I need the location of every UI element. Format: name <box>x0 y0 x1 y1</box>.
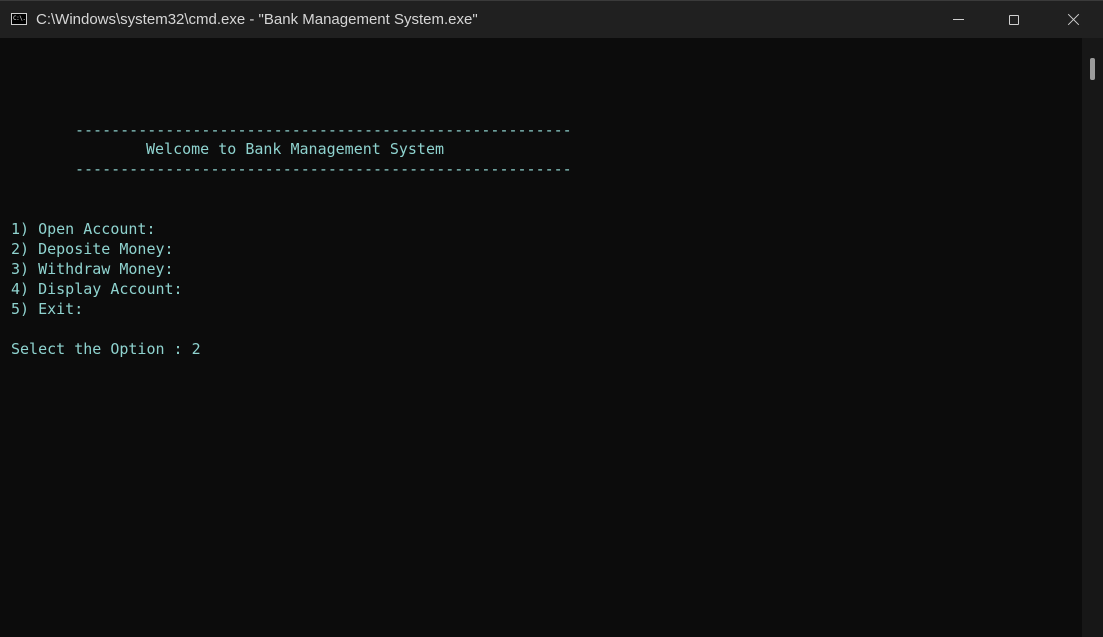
close-icon <box>1067 13 1080 26</box>
minimize-button[interactable] <box>930 1 986 38</box>
option-prompt[interactable]: Select the Option : 2 <box>11 339 201 359</box>
divider-bottom: ----------------------------------------… <box>75 160 572 178</box>
menu-item-deposit-money: 2) Deposite Money: <box>11 240 174 258</box>
menu-item-withdraw-money: 3) Withdraw Money: <box>11 260 174 278</box>
divider-top: ----------------------------------------… <box>75 121 572 139</box>
menu-item-display-account: 4) Display Account: <box>11 280 183 298</box>
maximize-icon <box>1009 14 1019 25</box>
console-window: C:\. C:\Windows\system32\cmd.exe - "Bank… <box>0 0 1103 637</box>
title-bar[interactable]: C:\. C:\Windows\system32\cmd.exe - "Bank… <box>0 0 1103 38</box>
maximize-button[interactable] <box>986 1 1042 38</box>
console-output[interactable]: ----------------------------------------… <box>0 38 1082 637</box>
cmd-icon[interactable]: C:\. <box>11 13 27 25</box>
cmd-icon-glyph: C:\. <box>13 15 26 22</box>
vertical-scrollbar[interactable] <box>1082 38 1103 637</box>
menu-item-exit: 5) Exit: <box>11 300 84 318</box>
window-title: C:\Windows\system32\cmd.exe - "Bank Mana… <box>36 11 478 28</box>
welcome-banner: Welcome to Bank Management System <box>146 140 445 158</box>
close-button[interactable] <box>1045 1 1101 38</box>
minimize-icon <box>952 19 964 20</box>
menu-item-open-account: 1) Open Account: <box>11 220 156 238</box>
scrollbar-thumb[interactable] <box>1090 58 1095 80</box>
